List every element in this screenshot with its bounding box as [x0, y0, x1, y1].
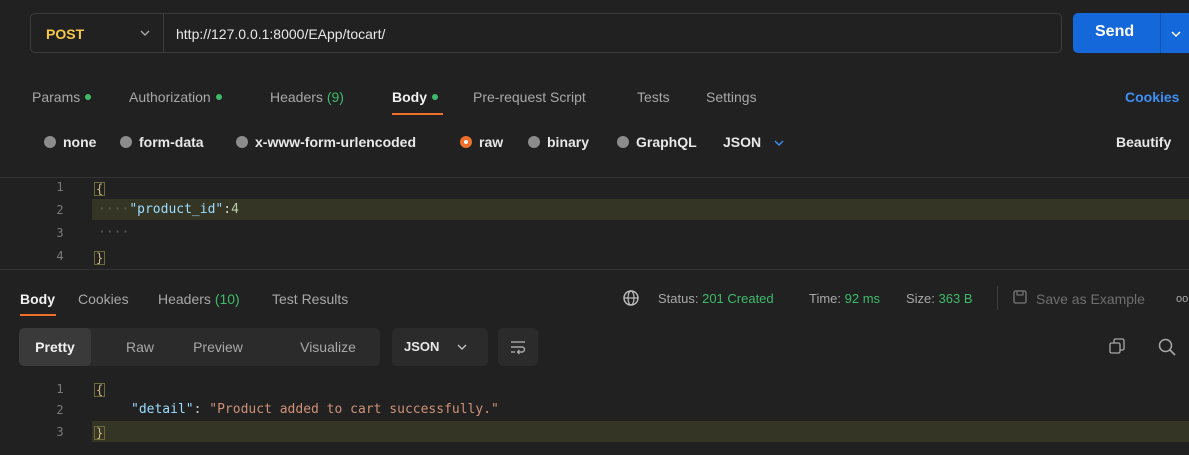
response-body-line-2[interactable]: "detail": "Product added to cart success…	[131, 402, 499, 417]
radio-circle-icon	[44, 136, 56, 149]
view-pretty[interactable]: Pretty	[19, 328, 91, 366]
brace-close: }	[94, 426, 106, 440]
response-headers-count: (10)	[214, 291, 240, 307]
brace-close: }	[94, 251, 106, 265]
tab-params[interactable]: Params	[32, 88, 92, 106]
view-preview[interactable]: Preview	[181, 328, 255, 366]
radio-circle-icon	[120, 136, 132, 149]
chevron-down-icon	[457, 344, 467, 350]
meta-divider	[997, 286, 998, 310]
line-number: 3	[56, 425, 64, 439]
response-size[interactable]: Size: 363 B	[906, 290, 973, 308]
request-body-line-2[interactable]: ····"product_id":4	[98, 202, 239, 217]
line-number: 2	[56, 403, 64, 417]
response-time[interactable]: Time: 92 ms	[809, 290, 880, 308]
response-view-switcher: Pretty Raw Preview Visualize	[19, 328, 380, 366]
chevron-down-icon	[774, 140, 784, 147]
request-body-editor[interactable]: {	[94, 180, 106, 196]
json-value: "Product added to cart successfully."	[209, 402, 499, 417]
more-options-icon[interactable]: oo	[1176, 290, 1188, 308]
radio-none[interactable]: none	[44, 133, 96, 151]
response-body-line-1[interactable]: {	[94, 381, 106, 397]
tab-tests[interactable]: Tests	[637, 88, 670, 106]
response-format-select[interactable]: JSON	[392, 328, 488, 366]
view-raw[interactable]: Raw	[107, 328, 173, 366]
radio-circle-icon	[617, 136, 629, 149]
headers-count: (9)	[326, 89, 344, 105]
radio-selected-icon	[460, 136, 472, 149]
cookies-link[interactable]: Cookies	[1125, 88, 1179, 106]
editor-top-border	[0, 177, 1189, 178]
copy-icon[interactable]	[1108, 337, 1126, 355]
response-status[interactable]: Status: 201 Created	[658, 290, 774, 308]
url-input[interactable]	[176, 23, 1036, 45]
radio-raw[interactable]: raw	[460, 133, 503, 151]
body-format-select[interactable]: JSON	[723, 133, 785, 151]
tab-settings[interactable]: Settings	[706, 88, 757, 106]
pane-divider[interactable]	[0, 269, 1189, 270]
radio-x-www-form-urlencoded[interactable]: x-www-form-urlencoded	[236, 133, 416, 151]
json-key: "detail"	[131, 402, 194, 417]
radio-circle-icon	[528, 136, 540, 149]
radio-graphql[interactable]: GraphQL	[617, 133, 697, 151]
tab-body-underline	[392, 113, 443, 115]
line-number: 4	[56, 249, 64, 263]
method-divider	[163, 14, 164, 52]
line-number: 2	[56, 203, 64, 217]
globe-icon[interactable]	[622, 289, 640, 307]
tab-pre-request-script[interactable]: Pre-request Script	[473, 88, 586, 106]
response-tab-underline	[20, 314, 56, 316]
save-icon	[1013, 290, 1027, 304]
status-value: 201 Created	[702, 291, 774, 306]
send-label: Send	[1095, 23, 1135, 40]
wrap-lines-button[interactable]	[498, 328, 538, 366]
json-key: "product_id"	[129, 202, 224, 217]
tab-headers[interactable]: Headers (9)	[270, 88, 344, 106]
tab-authorization[interactable]: Authorization	[129, 88, 222, 106]
search-icon[interactable]	[1157, 337, 1177, 357]
authorization-dot-icon	[215, 94, 222, 101]
radio-circle-icon	[236, 136, 248, 149]
view-visualize[interactable]: Visualize	[283, 328, 373, 366]
request-body-line-3[interactable]: ····	[98, 225, 129, 240]
json-value: 4	[231, 202, 239, 217]
line-number: 1	[56, 180, 64, 194]
response-tab-test-results[interactable]: Test Results	[272, 290, 348, 308]
response-format-label: JSON	[404, 339, 440, 354]
line-number: 3	[56, 226, 64, 240]
save-as-example-button[interactable]: Save as Example	[1036, 290, 1145, 308]
response-tab-cookies[interactable]: Cookies	[78, 290, 129, 308]
current-line-highlight	[92, 199, 1189, 220]
send-button[interactable]: Send	[1073, 13, 1189, 53]
chevron-down-icon[interactable]	[1169, 27, 1183, 41]
method-select[interactable]: POST	[46, 23, 84, 45]
body-dot-icon	[432, 94, 438, 101]
size-value: 363 B	[938, 291, 973, 306]
time-value: 92 ms	[844, 291, 881, 306]
brace-open: {	[94, 383, 106, 397]
line-number: 1	[56, 382, 64, 396]
radio-form-data[interactable]: form-data	[120, 133, 204, 151]
send-divider	[1160, 13, 1161, 53]
radio-binary[interactable]: binary	[528, 133, 589, 151]
brace-open: {	[94, 182, 106, 196]
wrap-lines-icon	[511, 341, 526, 355]
chevron-down-icon[interactable]	[138, 26, 152, 40]
response-tab-headers[interactable]: Headers (10)	[158, 290, 240, 308]
response-body-line-3[interactable]: }	[94, 424, 106, 440]
tab-body[interactable]: Body	[392, 88, 438, 106]
beautify-button[interactable]: Beautify	[1116, 133, 1171, 151]
request-body-line-4[interactable]: }	[94, 249, 106, 265]
response-current-line-highlight	[92, 421, 1189, 442]
params-dot-icon	[85, 94, 92, 101]
response-tab-body[interactable]: Body	[20, 290, 55, 308]
